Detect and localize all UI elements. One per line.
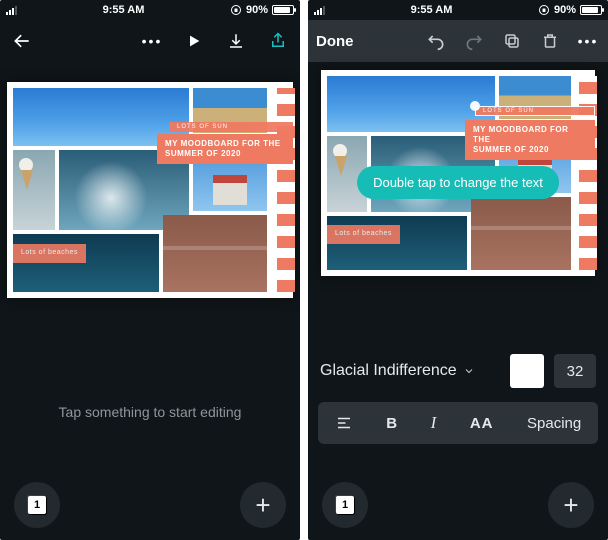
font-size-chip[interactable]: 32 (554, 354, 596, 388)
viewer-toolbar (0, 20, 300, 62)
status-time: 9:55 AM (103, 4, 145, 16)
back-icon[interactable] (10, 29, 34, 53)
copy-icon[interactable] (500, 29, 524, 53)
moodboard-subtitle[interactable]: LOTS OF SUN (169, 122, 293, 132)
battery-icon (272, 5, 294, 15)
page-number-badge: 1 (336, 496, 354, 514)
spacing-button[interactable]: Spacing (527, 415, 581, 432)
phone-editor: 9:55 AM 90% Done (308, 0, 608, 540)
share-icon[interactable] (266, 29, 290, 53)
design-canvas[interactable]: LOTS OF SUN MY MOODBOARD FOR THE SUMMER … (7, 82, 293, 298)
battery-icon (580, 5, 602, 15)
text-format-top-row: Glacial Indifference 32 (308, 348, 608, 394)
design-canvas[interactable]: LOTS OF SUN MY MOODBOARD FOR THE SUMMER … (321, 70, 595, 276)
plus-icon: + (255, 492, 270, 518)
moodboard-caption[interactable]: Lots of beaches (327, 225, 400, 244)
align-button[interactable] (335, 414, 353, 432)
download-icon[interactable] (224, 29, 248, 53)
plus-icon: + (563, 492, 578, 518)
signal-icon (6, 6, 17, 15)
phone-viewer: 9:55 AM 90% (0, 0, 300, 540)
chevron-down-icon (463, 365, 475, 377)
moodboard-caption[interactable]: Lots of beaches (13, 244, 86, 263)
add-page-button[interactable]: + (548, 482, 594, 528)
moodboard-title[interactable]: MY MOODBOARD FOR THE SUMMER OF 2020 (157, 134, 293, 164)
selection-handle[interactable] (470, 101, 480, 111)
moodboard-title[interactable]: MY MOODBOARD FOR THE SUMMER OF 2020 (465, 120, 595, 160)
italic-button[interactable]: I (431, 413, 437, 433)
font-picker[interactable]: Glacial Indifference (320, 362, 500, 380)
more-icon[interactable] (140, 29, 164, 53)
add-page-button[interactable]: + (240, 482, 286, 528)
undo-icon[interactable] (424, 29, 448, 53)
text-format-bottom-row: B I AA Spacing (318, 402, 598, 444)
status-time: 9:55 AM (411, 4, 453, 16)
done-button[interactable]: Done (316, 33, 354, 50)
rotation-lock-icon (230, 4, 242, 16)
battery-pct: 90% (554, 4, 576, 16)
editor-hint: Tap something to start editing (0, 404, 300, 420)
more-icon[interactable] (576, 29, 600, 53)
bold-button[interactable]: B (386, 415, 397, 432)
edit-tooltip: Double tap to change the text (357, 166, 559, 199)
status-bar: 9:55 AM 90% (308, 0, 608, 20)
font-name: Glacial Indifference (320, 362, 457, 380)
page-number-badge: 1 (28, 496, 46, 514)
text-color-swatch[interactable] (510, 354, 544, 388)
battery-pct: 90% (246, 4, 268, 16)
moodboard-subtitle-selected[interactable]: LOTS OF SUN (475, 106, 595, 116)
pages-button[interactable]: 1 (14, 482, 60, 528)
status-bar: 9:55 AM 90% (0, 0, 300, 20)
signal-icon (314, 6, 325, 15)
rotation-lock-icon (538, 4, 550, 16)
editor-toolbar: Done (308, 20, 608, 62)
redo-icon[interactable] (462, 29, 486, 53)
trash-icon[interactable] (538, 29, 562, 53)
play-icon[interactable] (182, 29, 206, 53)
pages-button[interactable]: 1 (322, 482, 368, 528)
uppercase-button[interactable]: AA (470, 415, 494, 432)
